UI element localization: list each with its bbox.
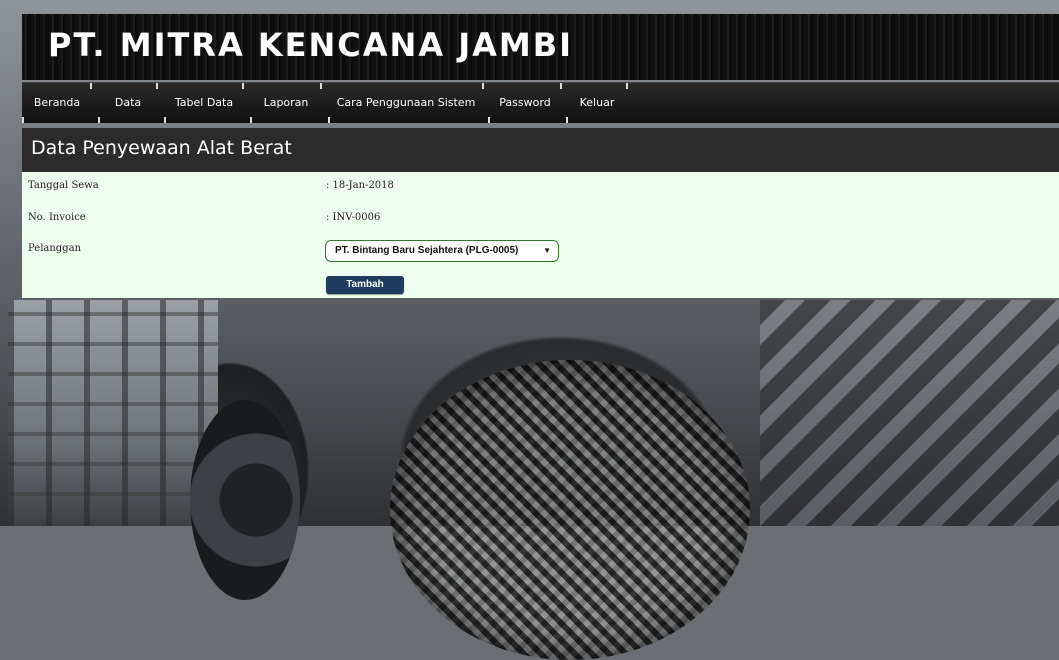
rental-form: Tanggal Sewa : 18-Jan-2018 No. Invoice :… <box>22 172 1059 298</box>
tambah-button[interactable]: Tambah <box>326 276 404 294</box>
invoice-label: No. Invoice <box>28 212 86 223</box>
nav-item-laporan[interactable]: Laporan <box>250 83 322 123</box>
site-title: PT. MITRA KENCANA JAMBI <box>48 26 574 64</box>
page-title: Data Penyewaan Alat Berat <box>31 137 292 159</box>
site-header: PT. MITRA KENCANA JAMBI <box>22 14 1059 80</box>
nav-item-keluar[interactable]: Keluar <box>566 83 628 123</box>
background-tire <box>390 360 750 660</box>
background-structure <box>8 300 218 526</box>
background-machinery <box>760 300 1059 526</box>
pelanggan-selected-value: PT. Bintang Baru Sejahtera (PLG-0005) <box>335 245 519 256</box>
nav-item-password[interactable]: Password <box>488 83 562 123</box>
page-title-bar: Data Penyewaan Alat Berat <box>22 128 1059 172</box>
nav-item-cara-penggunaan[interactable]: Cara Penggunaan Sistem <box>328 83 484 123</box>
nav-item-data[interactable]: Data <box>98 83 158 123</box>
invoice-value: : INV-0006 <box>326 212 381 223</box>
chevron-down-icon: ▼ <box>543 246 551 255</box>
nav-item-tabel-data[interactable]: Tabel Data <box>164 83 244 123</box>
tanggal-sewa-label: Tanggal Sewa <box>28 180 99 191</box>
pelanggan-select[interactable]: PT. Bintang Baru Sejahtera (PLG-0005) ▼ <box>325 240 559 262</box>
nav-item-beranda[interactable]: Beranda <box>22 83 92 123</box>
pelanggan-label: Pelanggan <box>28 243 82 254</box>
background-wheel <box>190 400 300 600</box>
tanggal-sewa-value: : 18-Jan-2018 <box>326 180 394 191</box>
main-nav: Beranda Data Tabel Data Laporan Cara Pen… <box>22 82 1059 123</box>
